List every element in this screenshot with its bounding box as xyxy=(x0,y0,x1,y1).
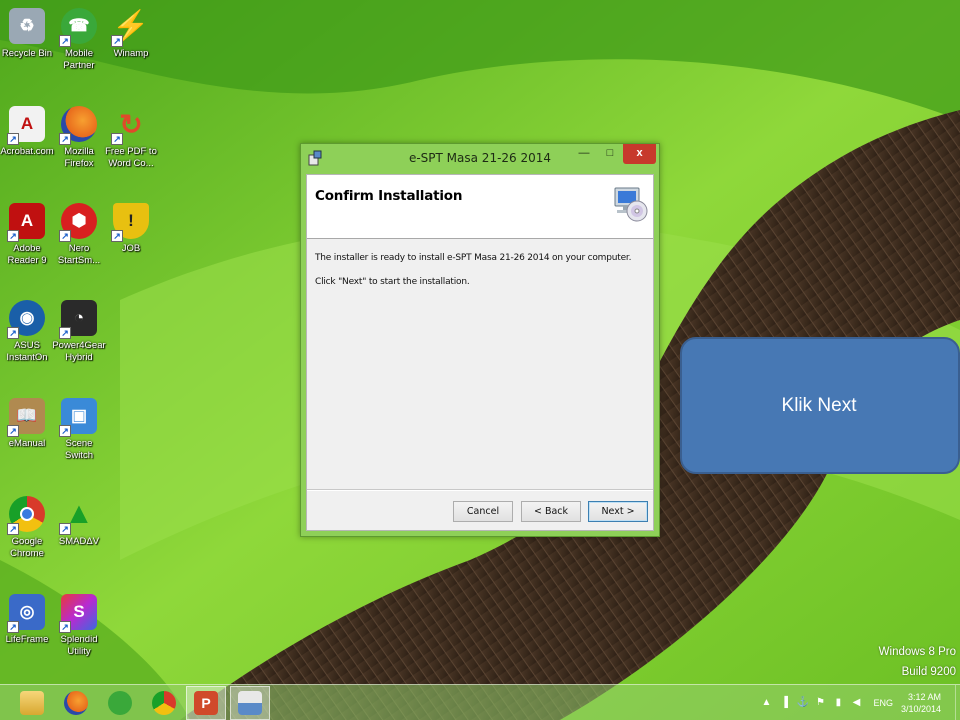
recycle-bin-label: Recycle Bin xyxy=(1,48,53,59)
nero-label: Nero StartSm... xyxy=(57,243,101,266)
clock-time: 3:12 AM xyxy=(907,692,941,702)
window-titlebar[interactable]: e-SPT Masa 21-26 2014 — □ x xyxy=(301,144,659,174)
clock-date: 3/10/2014 xyxy=(900,704,941,714)
taskbar-firefox[interactable] xyxy=(56,686,96,720)
splendid-icon: S ↗ xyxy=(59,594,97,633)
lifeframe-icon: ◎ ↗ xyxy=(7,594,45,633)
splendid-label: Splendid Utility xyxy=(60,634,98,657)
show-hidden-icons-icon[interactable]: ▲ xyxy=(760,697,772,709)
body-text: The installer is ready to install e-SPT … xyxy=(307,239,653,287)
recycle-bin-icon: ♻ xyxy=(9,8,45,44)
chrome-shortcut[interactable]: ↗ Google Chrome xyxy=(0,496,54,560)
header-banner: Confirm Installation xyxy=(307,175,653,239)
language-indicator[interactable]: ENG xyxy=(873,698,893,708)
mobile-partner-icon: ☎ ↗ xyxy=(59,8,97,47)
power4gear-shortcut[interactable]: ◔ ↗ Power4Gear Hybrid xyxy=(52,300,106,364)
show-desktop-button[interactable] xyxy=(955,685,960,720)
footer-divider xyxy=(307,489,653,491)
adobe-reader-label: Adobe Reader 9 xyxy=(7,243,47,266)
scene-switch-shortcut[interactable]: ▣ ↗ Scene Switch xyxy=(52,398,106,462)
smadav-shortcut[interactable]: ▲ ↗ SMADΔV xyxy=(52,496,106,548)
system-tray: ▲ ▐ ⚓ ⚑ ▮ ◀ ENG 3:12 AM 3/10/2014 xyxy=(757,685,960,720)
scene-switch-icon: ▣ ↗ xyxy=(59,398,97,437)
battery-icon[interactable]: ▮ xyxy=(832,697,844,709)
volume-icon[interactable]: ◀ xyxy=(850,697,862,709)
adobe-reader-icon: A ↗ xyxy=(7,203,45,242)
cancel-button[interactable]: Cancel xyxy=(453,501,513,522)
acrobat-icon: A ↗ xyxy=(7,106,45,145)
powerpoint-icon: P xyxy=(194,691,218,715)
firefox-icon xyxy=(64,691,88,715)
computer-disc-icon xyxy=(614,187,648,222)
acrobat-label: Acrobat.com xyxy=(0,146,54,157)
network-icon[interactable]: ▐ xyxy=(778,697,790,709)
ready-message: The installer is ready to install e-SPT … xyxy=(315,253,632,263)
back-button[interactable]: < Back xyxy=(521,501,581,522)
callout-text: Klik Next xyxy=(781,394,857,416)
lifeframe-label: LifeFrame xyxy=(5,634,49,645)
power4gear-icon: ◔ ↗ xyxy=(59,300,97,339)
winamp-icon: ⚡ ↗ xyxy=(111,9,150,47)
chrome-label: Google Chrome xyxy=(10,536,44,559)
mobile-partner-icon xyxy=(108,691,132,715)
firefox-icon: ↗ xyxy=(59,106,97,145)
installer-window: e-SPT Masa 21-26 2014 — □ x Confirm Inst… xyxy=(300,143,660,537)
watermark-build: Build 9200 xyxy=(901,666,956,678)
taskbar-chrome[interactable] xyxy=(144,686,184,720)
nero-icon: ⬢ ↗ xyxy=(59,203,97,242)
emanual-label: eManual xyxy=(8,438,46,449)
taskbar: P ▲ ▐ ⚓ ⚑ ▮ ◀ ENG 3:12 AM 3/10/2014 xyxy=(0,684,960,720)
winamp-shortcut[interactable]: ⚡ ↗ Winamp xyxy=(104,8,158,60)
firefox-shortcut[interactable]: ↗ Mozilla Firefox xyxy=(52,106,106,170)
emanual-shortcut[interactable]: 📖 ↗ eManual xyxy=(0,398,54,450)
taskbar-installer[interactable] xyxy=(230,686,270,720)
lifeframe-shortcut[interactable]: ◎ ↗ LifeFrame xyxy=(0,594,54,646)
clock[interactable]: 3:12 AM 3/10/2014 xyxy=(901,691,941,715)
instruction-callout: Klik Next xyxy=(680,337,960,474)
mobile-partner-label: Mobile Partner xyxy=(63,48,95,71)
installer-icon xyxy=(238,691,262,715)
mobile-partner-shortcut[interactable]: ☎ ↗ Mobile Partner xyxy=(52,8,106,72)
shield-icon: ! ↗ xyxy=(111,203,149,242)
winamp-label: Winamp xyxy=(113,48,149,59)
power4gear-label: Power4Gear Hybrid xyxy=(52,340,106,363)
taskbar-mobile-partner[interactable] xyxy=(100,686,140,720)
asus-instanton-icon: ◉ ↗ xyxy=(7,300,45,339)
asus-instanton-shortcut[interactable]: ◉ ↗ ASUS InstantOn xyxy=(0,300,54,364)
asus-instanton-label: ASUS InstantOn xyxy=(6,340,48,363)
smadav-icon: ▲ ↗ xyxy=(59,496,97,535)
installer-content: Confirm Installation The installer is re… xyxy=(306,174,654,531)
next-button[interactable]: Next > xyxy=(588,501,648,522)
acrobat-shortcut[interactable]: A ↗ Acrobat.com xyxy=(0,106,54,158)
taskbar-powerpoint[interactable]: P xyxy=(186,686,226,720)
close-button[interactable]: x xyxy=(623,144,656,164)
file-explorer-icon xyxy=(20,691,44,715)
job-label: JOB xyxy=(121,243,141,254)
emanual-icon: 📖 ↗ xyxy=(7,398,45,437)
smadav-label: SMADΔV xyxy=(58,536,100,547)
pdf-to-word-icon: ↻ ↗ xyxy=(111,106,149,145)
taskbar-file-explorer[interactable] xyxy=(12,686,52,720)
job-shortcut[interactable]: ! ↗ JOB xyxy=(104,203,158,255)
pdf-to-word-label: Free PDF to Word Co... xyxy=(105,146,157,169)
action-center-icon[interactable]: ⚑ xyxy=(814,697,826,709)
watermark-edition: Windows 8 Pro xyxy=(878,646,956,658)
chrome-icon xyxy=(152,691,176,715)
instruction-message: Click "Next" to start the installation. xyxy=(315,277,470,287)
splendid-shortcut[interactable]: S ↗ Splendid Utility xyxy=(52,594,106,658)
firefox-label: Mozilla Firefox xyxy=(64,146,94,169)
pdf-to-word-shortcut[interactable]: ↻ ↗ Free PDF to Word Co... xyxy=(104,106,158,170)
adobe-reader-shortcut[interactable]: A ↗ Adobe Reader 9 xyxy=(0,203,54,267)
windows-watermark: Windows 8 Pro Build 9200 xyxy=(879,642,956,682)
chrome-icon: ↗ xyxy=(7,496,45,535)
maximize-button[interactable]: □ xyxy=(597,144,623,164)
usb-icon[interactable]: ⚓ xyxy=(796,697,808,709)
scene-switch-label: Scene Switch xyxy=(65,438,93,461)
minimize-button[interactable]: — xyxy=(571,144,597,164)
nero-shortcut[interactable]: ⬢ ↗ Nero StartSm... xyxy=(52,203,106,267)
recycle-bin-shortcut[interactable]: ♻ Recycle Bin xyxy=(0,8,54,60)
page-heading: Confirm Installation xyxy=(315,188,463,204)
